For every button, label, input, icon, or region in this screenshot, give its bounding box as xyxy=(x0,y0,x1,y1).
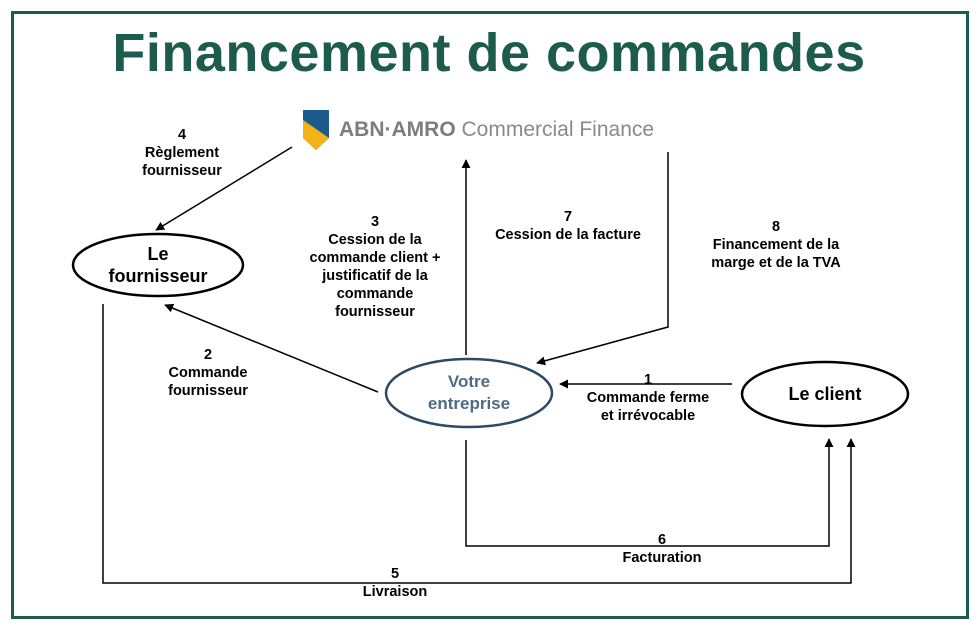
node-client: Le client xyxy=(742,362,908,426)
entreprise-line1: Votre xyxy=(447,372,491,391)
arrow-6 xyxy=(465,438,834,547)
step-label: 7 Cession de la facture xyxy=(484,208,652,244)
step-text: Livraison xyxy=(362,584,428,600)
step-number: 1 xyxy=(643,372,653,388)
arrow-7 xyxy=(536,152,669,366)
step-text: justificatif de la xyxy=(322,268,428,284)
fournisseur-line1: Le xyxy=(147,244,169,264)
step-number: 4 xyxy=(177,127,187,143)
step-number: 6 xyxy=(657,532,667,548)
step-number: 2 xyxy=(203,347,213,363)
step-text: et irrévocable xyxy=(600,408,696,424)
step-label: 4 Règlement fournisseur xyxy=(130,126,234,180)
step-label: 1 Commande ferme et irrévocable xyxy=(580,371,716,425)
step-label: 3 Cession de la commande client + justif… xyxy=(296,213,454,321)
step-text: Règlement xyxy=(144,145,220,161)
step-text: fournisseur xyxy=(168,383,248,399)
step-number: 7 xyxy=(563,209,573,225)
step-label: 8 Financement de la marge et de la TVA xyxy=(696,218,856,272)
step-label: 5 Livraison xyxy=(345,565,445,601)
step-text: Financement de la xyxy=(712,237,840,253)
step-text: commande client + xyxy=(309,250,441,266)
node-entreprise: Votre entreprise xyxy=(386,359,552,427)
step-label: 2 Commande fournisseur xyxy=(158,346,258,400)
step-number: 3 xyxy=(370,214,380,230)
step-number: 5 xyxy=(390,566,400,582)
step-text: Commande ferme xyxy=(586,390,710,406)
fournisseur-line2: fournisseur xyxy=(108,266,208,286)
step-text: Cession de la xyxy=(328,232,422,248)
entreprise-line2: entreprise xyxy=(427,394,511,413)
step-text: Commande xyxy=(168,365,248,381)
step-label: 6 Facturation xyxy=(610,531,714,567)
step-text: fournisseur xyxy=(142,163,222,179)
step-text: Facturation xyxy=(622,550,702,566)
node-fournisseur: Le fournisseur xyxy=(73,234,243,296)
flow-diagram xyxy=(71,146,910,584)
step-text: Cession de la facture xyxy=(495,227,641,243)
step-text: marge et de la TVA xyxy=(711,255,841,271)
client-label: Le client xyxy=(788,384,862,404)
step-number: 8 xyxy=(771,219,781,235)
step-text: commande xyxy=(336,286,414,302)
step-text: fournisseur xyxy=(335,304,415,320)
